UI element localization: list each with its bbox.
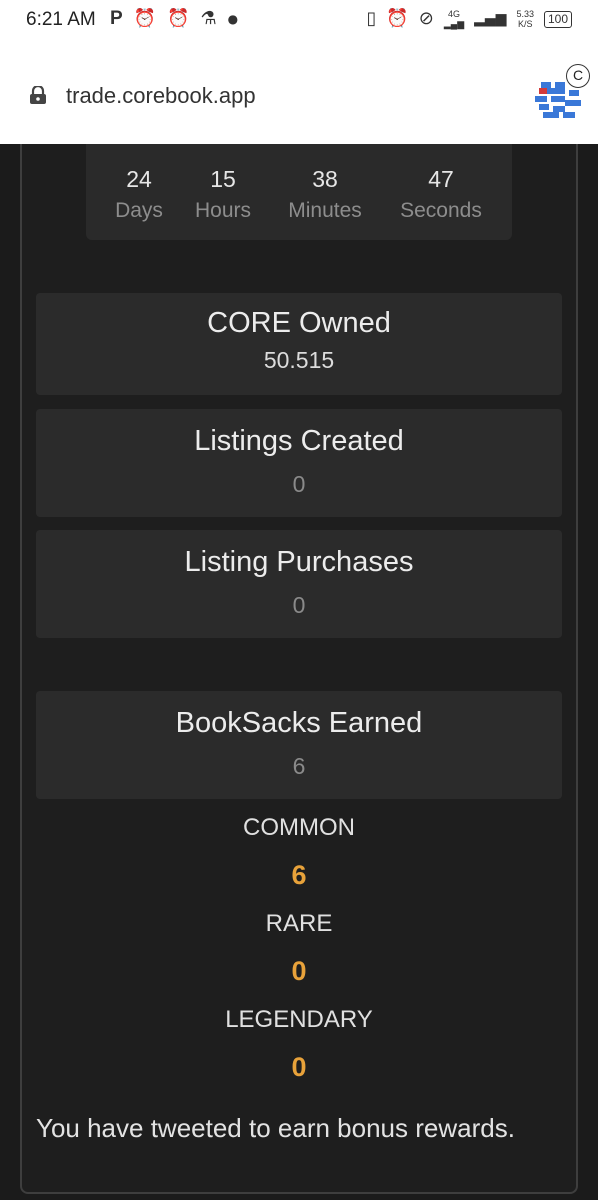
listings-created-card: Listings Created 0 — [36, 409, 562, 517]
alarm-icon: ⏰ — [133, 8, 157, 29]
tier-rare-value: 0 — [291, 956, 307, 986]
countdown-minutes-label: Minutes — [288, 199, 362, 222]
alarm-icon: ⏰ — [386, 8, 409, 29]
tier-common-value: 6 — [291, 860, 307, 890]
network-speed: 5.33 K/S — [516, 9, 534, 29]
booksacks-earned-title: BookSacks Earned — [175, 707, 423, 739]
speed-value: 5.33 — [516, 9, 534, 19]
flask-icon: ⚗ — [200, 8, 217, 29]
countdown-timer: 24 Days 15 Hours 38 Minutes 47 Seconds — [86, 144, 512, 240]
status-bar: 6:21 AM P ⏰ ⏰ ⚗ ● ▯ ⏰ ⊘ 4G ▂▄▆ ▂▄▆ 5.33 K… — [0, 0, 598, 40]
tier-legendary-label: LEGENDARY — [225, 1006, 373, 1033]
tier-common-label: COMMON — [243, 814, 355, 841]
battery-icon: 100 — [543, 10, 572, 28]
countdown-days: 24 Days — [104, 164, 174, 228]
listing-purchases-value: 0 — [292, 592, 306, 618]
browser-url-bar[interactable]: trade.corebook.app C — [0, 40, 598, 144]
countdown-seconds-value: 47 — [428, 166, 454, 192]
countdown-seconds-label: Seconds — [400, 199, 482, 222]
status-right-icons: ▯ ⏰ ⊘ 4G ▂▄▆ ▂▄▆ 5.33 K/S 100 — [366, 8, 572, 30]
tweet-bonus-note: You have tweeted to earn bonus rewards. — [36, 1113, 515, 1143]
lock-icon — [30, 86, 46, 104]
alarm-icon: ⏰ — [167, 8, 190, 29]
do-not-disturb-icon: ⊘ — [418, 8, 434, 29]
countdown-minutes-value: 38 — [312, 166, 338, 192]
countdown-hours-label: Hours — [194, 199, 252, 222]
booksacks-earned-value: 6 — [292, 753, 306, 779]
tier-legendary-value: 0 — [291, 1052, 307, 1082]
status-time: 6:21 AM — [26, 9, 96, 30]
profile-badge: C — [566, 64, 590, 88]
countdown-hours-value: 15 — [210, 166, 236, 192]
listing-purchases-title: Listing Purchases — [184, 546, 414, 578]
vibrate-icon: ▯ — [366, 8, 377, 29]
listings-created-title: Listings Created — [194, 425, 404, 457]
countdown-hours: 15 Hours — [186, 164, 260, 228]
dot-icon: ● — [227, 12, 239, 26]
tier-rare-label: RARE — [265, 910, 333, 937]
countdown-seconds: 47 Seconds — [386, 164, 496, 228]
countdown-minutes: 38 Minutes — [276, 164, 374, 228]
listings-created-value: 0 — [292, 471, 306, 497]
core-owned-title: CORE Owned — [207, 307, 391, 339]
speed-unit: K/S — [517, 19, 533, 29]
core-owned-value: 50.515 — [263, 347, 335, 373]
status-left-icons: P ⏰ ⏰ ⚗ ● — [110, 8, 238, 30]
countdown-days-value: 24 — [126, 166, 152, 192]
listing-purchases-card: Listing Purchases 0 — [36, 530, 562, 638]
signal-icon: ▂▄▆ — [474, 11, 507, 27]
battery-level: 100 — [547, 11, 568, 26]
url-text[interactable]: trade.corebook.app — [66, 83, 256, 109]
p-icon: P — [110, 8, 123, 29]
booksacks-earned-card: BookSacks Earned 6 — [36, 691, 562, 799]
core-owned-card: CORE Owned 50.515 — [36, 293, 562, 395]
signal-4g-icon: 4G ▂▄▆ — [443, 9, 465, 29]
countdown-days-label: Days — [115, 199, 163, 222]
